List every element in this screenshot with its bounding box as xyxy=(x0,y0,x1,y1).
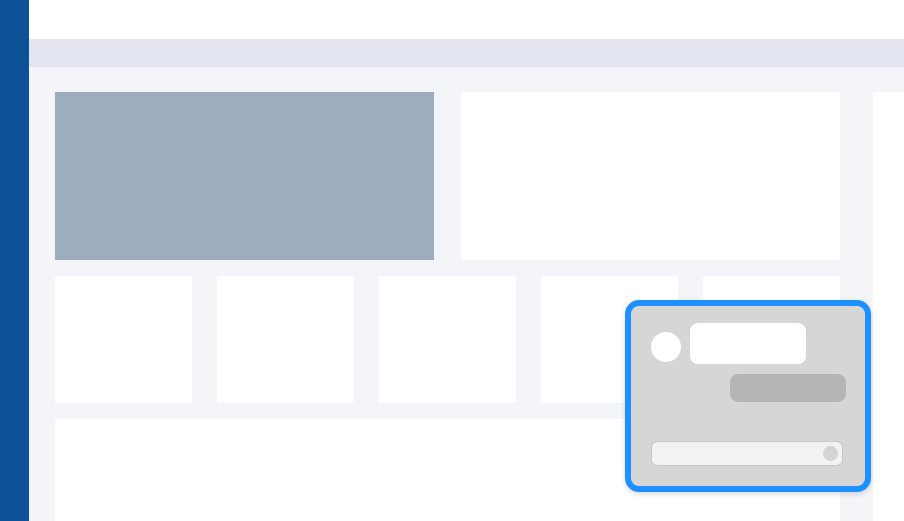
subheader-bar xyxy=(29,39,904,67)
outgoing-message-bubble xyxy=(730,374,846,402)
incoming-message-bubble xyxy=(690,323,806,364)
hero-image-card xyxy=(55,92,434,260)
right-side-panel xyxy=(873,92,904,521)
left-sidebar-rail xyxy=(0,0,29,521)
info-card xyxy=(461,92,840,260)
avatar xyxy=(651,332,681,362)
top-bar xyxy=(29,0,904,39)
chat-message-input[interactable] xyxy=(651,441,843,466)
stat-tile xyxy=(55,276,192,403)
send-dot-icon[interactable] xyxy=(823,446,838,461)
chat-widget xyxy=(625,300,871,492)
stat-tile xyxy=(217,276,354,403)
stat-tile xyxy=(379,276,516,403)
